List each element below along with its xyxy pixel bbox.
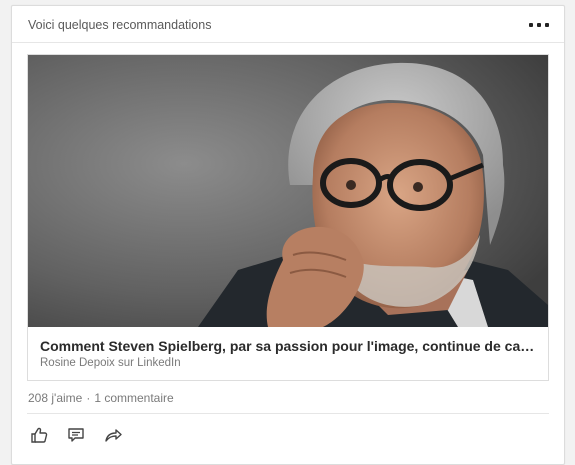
share-button[interactable]	[102, 424, 124, 446]
card-header: Voici quelques recommandations	[12, 6, 564, 43]
comments-count-link[interactable]: 1 commentaire	[94, 391, 173, 405]
article-preview[interactable]: Comment Steven Spielberg, par sa passion…	[27, 54, 549, 381]
separator: ·	[86, 391, 91, 405]
more-options-icon[interactable]	[526, 16, 552, 32]
divider	[27, 413, 549, 414]
dot	[537, 23, 541, 27]
article-source: Rosine Depoix sur LinkedIn	[40, 357, 181, 369]
recommendation-card: Voici quelques recommandations Comment S…	[11, 5, 565, 465]
share-icon	[105, 429, 122, 442]
thumbs-up-icon	[31, 427, 48, 443]
likes-count-link[interactable]: 208 j'aime	[28, 391, 82, 405]
comment-icon	[68, 428, 84, 442]
social-counts: 208 j'aime · 1 commentaire	[28, 391, 174, 405]
dot	[529, 23, 533, 27]
card-header-title: Voici quelques recommandations	[28, 18, 212, 32]
portrait-photo-icon	[28, 55, 548, 327]
dot	[545, 23, 549, 27]
comment-button[interactable]	[65, 424, 87, 446]
article-title[interactable]: Comment Steven Spielberg, par sa passion…	[40, 338, 536, 354]
like-button[interactable]	[28, 424, 50, 446]
article-image[interactable]	[28, 55, 548, 327]
